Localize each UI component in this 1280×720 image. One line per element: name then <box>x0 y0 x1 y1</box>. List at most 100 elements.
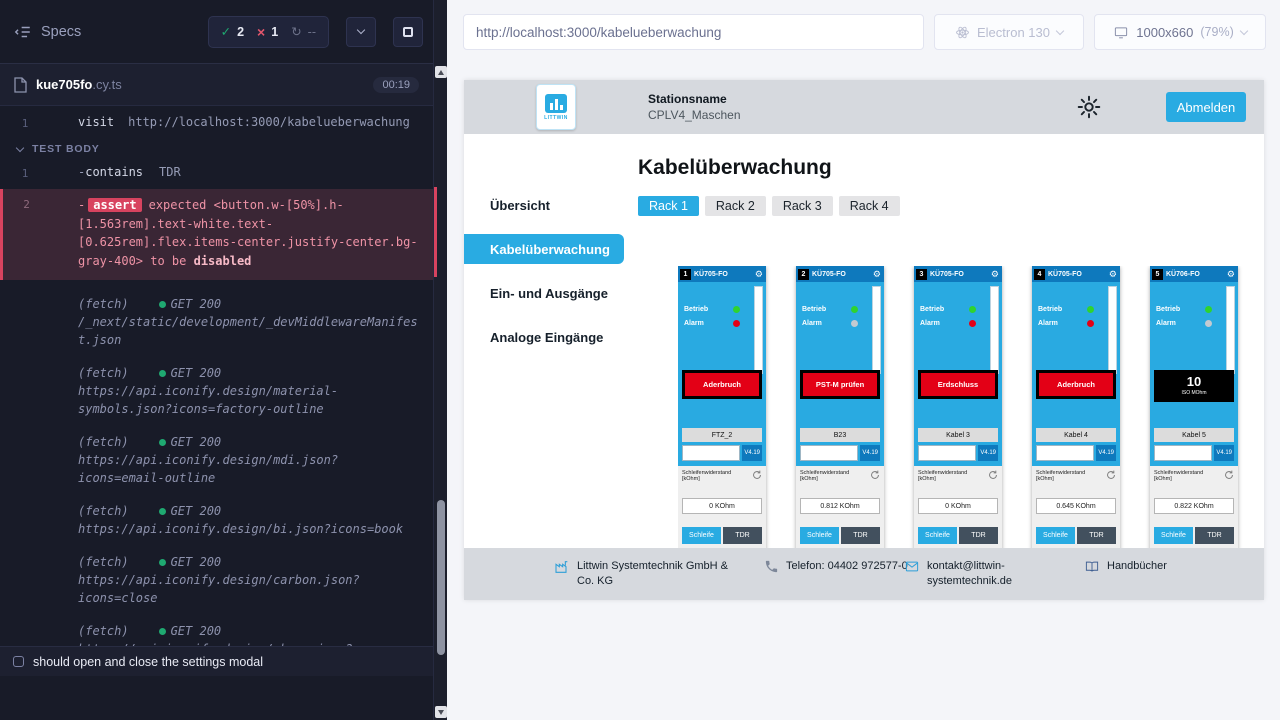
tdr-button[interactable]: TDR <box>1077 527 1116 544</box>
schleife-button[interactable]: Schleife <box>1154 527 1193 544</box>
line-number: 1 <box>0 165 50 180</box>
fetch-url: https://api.iconify.design/carbon.json?i… <box>78 571 421 607</box>
rack-tabs: Rack 1 Rack 2 Rack 3 Rack 4 <box>638 196 1264 216</box>
iso-value: 10 <box>1157 375 1231 390</box>
card-gear-icon[interactable]: ⚙ <box>755 270 763 279</box>
refresh-icon[interactable] <box>752 470 762 480</box>
tab-rack-4[interactable]: Rack 4 <box>839 196 900 216</box>
status-indicator: Erdschluss <box>918 370 998 399</box>
spec-file-bar[interactable]: kue705fo.cy.ts 00:19 <box>0 64 433 106</box>
card-model: KÜ705-FO <box>693 271 753 278</box>
refresh-icon[interactable] <box>1106 470 1116 480</box>
level-meter <box>1226 286 1235 374</box>
resistance-value: 0.645 KOhm <box>1036 498 1116 514</box>
tdr-button[interactable]: TDR <box>1195 527 1234 544</box>
refresh-icon[interactable] <box>1224 470 1234 480</box>
failed-count: × 1 <box>257 24 278 40</box>
specs-label[interactable]: Specs <box>41 24 81 40</box>
sidebar-item-ein-und-ausgaenge[interactable]: Ein- und Ausgänge <box>464 278 624 308</box>
card-number: 2 <box>798 269 809 280</box>
visit-command-row[interactable]: 1 visithttp://localhost:3000/kabelueberw… <box>0 115 433 130</box>
footer-company: Littwin Systemtechnik GmbH & Co. KG <box>554 559 746 589</box>
settings-gear-icon[interactable] <box>1076 94 1102 120</box>
card-number: 3 <box>916 269 927 280</box>
firmware-version: V4.19 <box>1214 445 1234 461</box>
contains-command-row[interactable]: 1 -containsTDR <box>0 165 433 180</box>
logout-button[interactable]: Abmelden <box>1166 92 1246 122</box>
sidebar-item-kabelueberwachung[interactable]: Kabelüberwachung <box>464 234 624 264</box>
test-body-section[interactable]: TEST BODY <box>0 143 433 155</box>
cable-name: Kabel 5 <box>1154 428 1234 442</box>
scroll-up-button[interactable] <box>435 66 447 78</box>
success-dot-icon <box>159 301 166 308</box>
visit-command: visit <box>78 115 114 129</box>
cable-input[interactable] <box>682 445 740 461</box>
visit-url: http://localhost:3000/kabelueberwachung <box>128 115 410 129</box>
device-card: 3 KÜ705-FO ⚙ Betrieb Alarm Erdschluss Ka… <box>914 266 1002 548</box>
refresh-icon[interactable] <box>988 470 998 480</box>
browser-select[interactable]: Electron 130 <box>934 14 1084 50</box>
tdr-button[interactable]: TDR <box>841 527 880 544</box>
screen: Specs ✓ 2 × 1 ↻ -- <box>0 0 1280 720</box>
schleife-button[interactable]: Schleife <box>1036 527 1075 544</box>
cable-name: FTZ_2 <box>682 428 762 442</box>
cable-input[interactable] <box>1154 445 1212 461</box>
reporter-scrollbar[interactable] <box>433 0 447 720</box>
tdr-button[interactable]: TDR <box>723 527 762 544</box>
tab-rack-2[interactable]: Rack 2 <box>705 196 766 216</box>
chevron-down-icon <box>16 143 24 151</box>
fetch-log-entry: (fetch)GET 200 https://api.iconify.desig… <box>0 433 433 487</box>
cable-input[interactable] <box>1036 445 1094 461</box>
scrollbar-thumb[interactable] <box>437 500 445 655</box>
firmware-version: V4.19 <box>742 445 762 461</box>
device-cards-row: 1 KÜ705-FO ⚙ Betrieb Alarm Aderbruch FTZ… <box>678 266 1264 548</box>
card-gear-icon[interactable]: ⚙ <box>1109 270 1117 279</box>
viewport-select[interactable]: 1000x660 (79%) <box>1094 14 1266 50</box>
tdr-button[interactable]: TDR <box>959 527 998 544</box>
cable-input[interactable] <box>918 445 976 461</box>
email-icon <box>904 559 920 574</box>
book-icon <box>1084 559 1100 574</box>
alarm-label: Alarm <box>1038 320 1058 327</box>
cable-input[interactable] <box>800 445 858 461</box>
scroll-down-button[interactable] <box>435 706 447 718</box>
fetch-log-entry: (fetch)GET 200 /_next/static/development… <box>0 295 433 349</box>
card-gear-icon[interactable]: ⚙ <box>991 270 999 279</box>
sidebar-item-analoge-eingaenge[interactable]: Analoge Eingänge <box>464 322 624 352</box>
alarm-status-dot <box>969 320 976 327</box>
specs-list-icon[interactable] <box>14 23 32 41</box>
next-test-row[interactable]: should open and close the settings modal <box>0 646 433 676</box>
footer-phone: Telefon: 04402 972577-0 <box>764 559 912 574</box>
alarm-status-dot <box>733 320 740 327</box>
test-state-icon <box>13 656 24 667</box>
stop-button[interactable] <box>393 17 423 47</box>
betrieb-label: Betrieb <box>1038 306 1062 313</box>
sidebar-item-uebersicht[interactable]: Übersicht <box>464 190 624 220</box>
failed-x-icon: × <box>257 24 265 40</box>
footer-manuals[interactable]: Handbücher <box>1084 559 1167 574</box>
schleife-button[interactable]: Schleife <box>682 527 721 544</box>
tab-rack-1[interactable]: Rack 1 <box>638 196 699 216</box>
fetch-log-entry: (fetch)GET 200 https://api.iconify.desig… <box>0 502 433 538</box>
success-dot-icon <box>159 508 166 515</box>
littwin-logo: LITTWIN <box>536 84 576 130</box>
schleife-button[interactable]: Schleife <box>918 527 957 544</box>
tab-rack-3[interactable]: Rack 3 <box>772 196 833 216</box>
card-number: 1 <box>680 269 691 280</box>
app-sidebar: Übersicht Kabelüberwachung Ein- und Ausg… <box>464 134 624 548</box>
device-card: 1 KÜ705-FO ⚙ Betrieb Alarm Aderbruch FTZ… <box>678 266 766 548</box>
passed-count: ✓ 2 <box>221 24 244 39</box>
fetch-log-entry: (fetch)GET 200 https://api.iconify.desig… <box>0 553 433 607</box>
schleife-button[interactable]: Schleife <box>800 527 839 544</box>
assert-message: -assertexpected <button.w-[50%].h-[1.563… <box>78 196 433 270</box>
section-label: Schleifenwiderstand [kOhm] <box>918 470 978 483</box>
card-model: KÜ705-FO <box>811 271 871 278</box>
url-input[interactable] <box>463 14 924 50</box>
refresh-icon[interactable] <box>870 470 880 480</box>
collapse-button[interactable] <box>346 17 376 47</box>
card-gear-icon[interactable]: ⚙ <box>1227 270 1235 279</box>
failed-assert-block[interactable]: 2 -assertexpected <button.w-[50%].h-[1.5… <box>0 189 433 280</box>
card-gear-icon[interactable]: ⚙ <box>873 270 881 279</box>
iso-unit: ISO MOhm <box>1157 390 1231 396</box>
passed-check-icon: ✓ <box>221 24 231 39</box>
